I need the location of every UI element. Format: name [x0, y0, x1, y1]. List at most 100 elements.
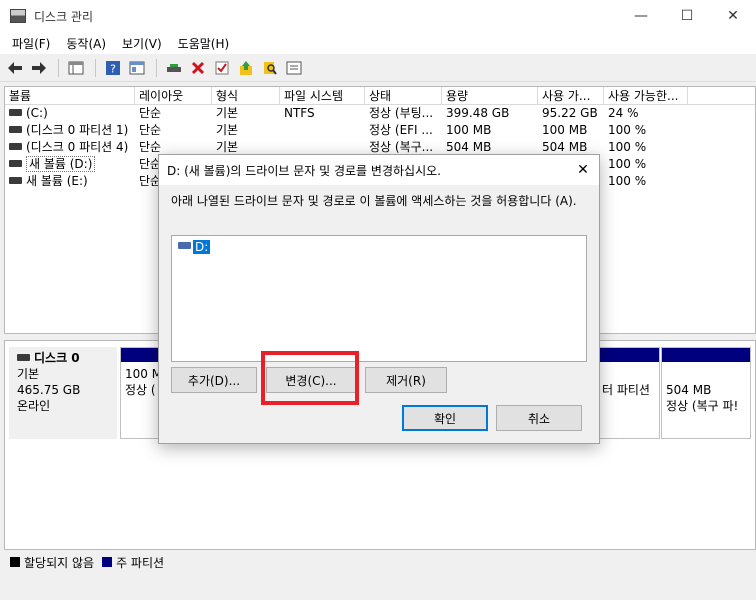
toolbar-separator: [156, 58, 157, 77]
cell-type: 기본: [216, 106, 239, 120]
disk-status: 온라인: [17, 399, 51, 413]
search-icon[interactable]: [259, 57, 281, 79]
help-icon[interactable]: ?: [102, 57, 124, 79]
back-icon[interactable]: [4, 57, 26, 79]
dialog-title-bar: D: (새 볼륨)의 드라이브 문자 및 경로를 변경하십시오. ✕: [159, 155, 599, 185]
cell-layout: 단순: [139, 123, 162, 137]
list-item[interactable]: D:: [178, 239, 211, 254]
column-header-percent-free[interactable]: 사용 가능한...: [604, 87, 688, 104]
menu-help[interactable]: 도움말(H): [170, 35, 238, 52]
column-header-type[interactable]: 형식: [212, 87, 280, 104]
upload-icon[interactable]: [235, 57, 257, 79]
drive-path-list[interactable]: D:: [171, 235, 587, 362]
table-row[interactable]: (디스크 0 파티션 1) 단순 기본 정상 (EFI ... 100 MB 1…: [5, 122, 755, 139]
window-title: 디스크 관리: [34, 9, 94, 24]
unallocated-swatch: [10, 557, 20, 567]
volume-name: (C:): [26, 106, 48, 120]
cell-percent-free: 100 %: [608, 140, 647, 154]
change-drive-letter-dialog: D: (새 볼륨)의 드라이브 문자 및 경로를 변경하십시오. ✕ 아래 나열…: [158, 154, 600, 444]
highlight-box: [261, 351, 359, 405]
close-button[interactable]: ✕: [710, 0, 756, 32]
partition-block[interactable]: 100 M 정상 (: [120, 347, 160, 439]
cell-capacity: 399.48 GB: [446, 106, 510, 120]
column-header-capacity[interactable]: 용량: [442, 87, 538, 104]
volume-name: (디스크 0 파티션 4): [26, 140, 129, 154]
legend: 할당되지 않음 주 파티션: [4, 552, 172, 572]
toolbar: ?: [0, 54, 756, 82]
column-header-free-space[interactable]: 사용 가...: [538, 87, 604, 104]
disk-name: 디스크 0: [34, 351, 80, 365]
volume-name: 새 볼륨 (D:): [26, 156, 96, 172]
disk-size: 465.75 GB: [17, 383, 81, 397]
volume-icon: [9, 177, 22, 184]
toolbar-separator: [95, 58, 96, 77]
partition-size: 504 MB: [666, 383, 712, 397]
primary-partition-bar: [598, 348, 659, 362]
dialog-close-button[interactable]: ✕: [567, 155, 599, 185]
menu-file[interactable]: 파일(F): [4, 35, 58, 52]
primary-partition-bar: [662, 348, 750, 362]
window-controls: — ☐ ✕: [618, 0, 756, 32]
column-header-status[interactable]: 상태: [365, 87, 442, 104]
drive-icon: [178, 242, 191, 249]
primary-partition-swatch: [102, 557, 113, 567]
partition-status: 정상 (: [125, 383, 156, 397]
drive-letter-label: D:: [193, 239, 211, 254]
title-bar: 디스크 관리 — ☐ ✕: [0, 0, 756, 32]
cell-percent-free: 100 %: [608, 174, 647, 188]
dialog-description: 아래 나열된 드라이브 문자 및 경로로 이 볼륨에 액세스하는 것을 허용합니…: [171, 194, 577, 208]
cell-status: 정상 (EFI ...: [369, 123, 433, 137]
menu-bar: 파일(F) 동작(A) 보기(V) 도움말(H): [0, 32, 756, 54]
ok-button[interactable]: 확인: [402, 405, 488, 431]
minimize-button[interactable]: —: [618, 0, 664, 32]
disk-type: 기본: [17, 367, 40, 381]
toolbar-separator: [58, 58, 59, 77]
disk-info[interactable]: 디스크 0 기본 465.75 GB 온라인: [9, 347, 117, 439]
svg-text:?: ?: [110, 62, 116, 75]
settings-list-icon[interactable]: [283, 57, 305, 79]
volume-icon: [9, 126, 22, 133]
cell-layout: 단순: [139, 106, 162, 120]
console-tree-icon[interactable]: [65, 57, 87, 79]
delete-icon[interactable]: [187, 57, 209, 79]
volume-list-header: 볼륨 레이아웃 형식 파일 시스템 상태 용량 사용 가... 사용 가능한..…: [5, 87, 755, 105]
cell-percent-free: 100 %: [608, 157, 647, 171]
partition-status: 터 파티션: [602, 383, 650, 397]
cell-free-space: 95.22 GB: [542, 106, 598, 120]
volume-name: 새 볼륨 (E:): [26, 174, 88, 188]
volume-icon: [9, 160, 22, 167]
disk-management-icon: [10, 9, 26, 23]
dialog-title: D: (새 볼륨)의 드라이브 문자 및 경로를 변경하십시오.: [167, 163, 441, 178]
volume-name: (디스크 0 파티션 1): [26, 123, 129, 137]
cell-percent-free: 100 %: [608, 123, 647, 137]
menu-view[interactable]: 보기(V): [114, 35, 170, 52]
volume-icon: [9, 109, 22, 116]
cell-filesystem: [280, 122, 365, 139]
legend-unallocated: 할당되지 않음: [24, 555, 95, 570]
cancel-button[interactable]: 취소: [496, 405, 582, 431]
table-row[interactable]: (C:) 단순 기본 NTFS 정상 (부팅... 399.48 GB 95.2…: [5, 105, 755, 122]
properties-icon[interactable]: [126, 57, 148, 79]
column-header-volume[interactable]: 볼륨: [5, 87, 135, 104]
partition-status: 정상 (복구 파!: [666, 399, 739, 413]
cell-filesystem: NTFS: [284, 106, 315, 120]
partition-size: 100 M: [125, 367, 159, 381]
cell-free-space: 100 MB: [542, 123, 588, 137]
column-header-layout[interactable]: 레이아웃: [135, 87, 212, 104]
maximize-button[interactable]: ☐: [664, 0, 710, 32]
partition-block[interactable]: 터 파티션: [597, 347, 660, 439]
cell-type: 기본: [216, 123, 239, 137]
column-header-filesystem[interactable]: 파일 시스템: [280, 87, 365, 104]
primary-partition-bar: [121, 348, 159, 362]
cell-status: 정상 (부팅...: [369, 106, 434, 120]
forward-icon[interactable]: [28, 57, 50, 79]
partition-block[interactable]: 504 MB 정상 (복구 파!: [661, 347, 751, 439]
add-button[interactable]: 추가(D)...: [171, 367, 257, 393]
connect-icon[interactable]: [163, 57, 185, 79]
menu-action[interactable]: 동작(A): [58, 35, 114, 52]
volume-icon: [9, 143, 22, 150]
check-icon[interactable]: [211, 57, 233, 79]
remove-button[interactable]: 제거(R): [365, 367, 447, 393]
disk-icon: [17, 354, 30, 361]
cell-percent-free: 24 %: [608, 106, 639, 120]
